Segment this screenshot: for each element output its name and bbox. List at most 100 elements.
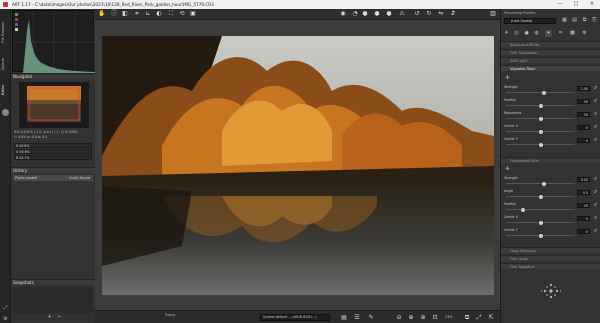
maximize-button[interactable]: □: [568, 0, 584, 9]
param-slider-handle[interactable]: [538, 116, 543, 121]
channel-b-icon[interactable]: ●: [385, 10, 393, 18]
vignette-picker-icon[interactable]: ✣: [504, 75, 511, 82]
param-slider-handle[interactable]: [538, 129, 543, 134]
rotate-right-icon[interactable]: ↻: [425, 10, 433, 18]
tool-vignette-filter[interactable]: Vignette Filter: [501, 65, 600, 71]
queue-icon[interactable]: ☰: [353, 314, 361, 322]
flip-vertical-icon[interactable]: ⇵: [449, 10, 457, 18]
snapshots-header[interactable]: Snapshots: [11, 279, 95, 285]
param-value-input[interactable]: 0: [577, 125, 590, 130]
tab-metadata-icon[interactable]: ⚙: [581, 30, 588, 37]
zoom-100-icon[interactable]: ⊕: [407, 314, 415, 322]
param-value-input[interactable]: 25: [577, 203, 590, 208]
navigator-thumbnail[interactable]: [19, 82, 89, 128]
history-item[interactable]: Photo loaded Quick Saved: [13, 175, 93, 181]
new-window-icon[interactable]: ⧉: [463, 314, 471, 322]
zoom-fit-button-icon[interactable]: ⊡: [431, 314, 439, 322]
close-button[interactable]: ✕: [584, 0, 600, 9]
param-slider-handle[interactable]: [541, 181, 546, 186]
tab-file-browser[interactable]: File Browser: [1, 15, 10, 49]
param-slider[interactable]: [506, 209, 575, 210]
graduated-picker-icon[interactable]: ✣: [504, 166, 511, 173]
save-icon[interactable]: ▤: [340, 314, 348, 322]
zoom-in-icon[interactable]: ⊕: [419, 314, 427, 322]
tool-film-negative[interactable]: Film Negative: [501, 263, 600, 269]
param-value-input[interactable]: 0: [577, 216, 590, 221]
open-profile-icon[interactable]: ▦: [561, 17, 568, 24]
straighten-icon[interactable]: ⊾: [144, 10, 152, 18]
histogram-red-toggle[interactable]: [15, 13, 18, 16]
reset-icon[interactable]: ↺: [593, 112, 597, 117]
reset-icon[interactable]: ↺: [593, 190, 597, 195]
reset-icon[interactable]: ↺: [593, 177, 597, 182]
param-slider[interactable]: [506, 183, 575, 184]
param-slider-handle[interactable]: [538, 233, 543, 238]
param-value-input[interactable]: 50: [577, 99, 590, 104]
param-slider-handle[interactable]: [538, 194, 543, 199]
tab-transform-icon[interactable]: ⌗: [557, 30, 564, 37]
reset-icon[interactable]: ↺: [593, 229, 597, 234]
tab-exposure-icon[interactable]: ☀: [503, 30, 510, 37]
expand-icon[interactable]: ⇱: [487, 314, 495, 322]
crop-icon[interactable]: ⌗: [133, 10, 141, 18]
channel-r-icon[interactable]: ●: [361, 10, 369, 18]
param-value-input[interactable]: 0: [577, 138, 590, 143]
param-slider-handle[interactable]: [538, 103, 543, 108]
info-icon[interactable]: ⓘ: [110, 10, 118, 18]
white-balance-icon[interactable]: ◐: [155, 10, 163, 18]
tab-raw-icon[interactable]: ▩: [569, 30, 576, 37]
reset-icon[interactable]: ↺: [593, 203, 597, 208]
history-header[interactable]: History: [11, 167, 95, 173]
param-value-input[interactable]: 0.50: [577, 177, 590, 182]
tool-graduated-filter[interactable]: Graduated Filter: [501, 157, 600, 163]
param-value-input[interactable]: 1.00: [577, 86, 590, 91]
zoom-fit-icon[interactable]: ⤢: [2, 305, 9, 312]
tool-black-and-white[interactable]: Black-and-White: [501, 41, 600, 47]
profile-select[interactable]: (Last Saved): [504, 18, 556, 24]
save-profile-icon[interactable]: ▤: [571, 17, 578, 24]
fullscreen-icon[interactable]: ⤢: [475, 314, 483, 322]
warning-icon[interactable]: ⚠: [398, 10, 406, 18]
param-value-input[interactable]: 50: [577, 112, 590, 117]
minimize-button[interactable]: —: [552, 0, 568, 9]
clip-shadow-icon[interactable]: ◔: [351, 10, 359, 18]
before-after-icon[interactable]: ◧: [121, 10, 129, 18]
reset-icon[interactable]: ↺: [593, 125, 597, 130]
param-slider-handle[interactable]: [538, 142, 543, 147]
flip-horizontal-icon[interactable]: ⇋: [437, 10, 445, 18]
histogram-green-toggle[interactable]: [15, 18, 18, 21]
navigator-header[interactable]: Navigator: [11, 73, 95, 79]
crop-tool-icon[interactable]: ⛶: [167, 10, 175, 18]
channel-g-icon[interactable]: ●: [373, 10, 381, 18]
param-value-input[interactable]: 0.0: [577, 190, 590, 195]
settings-icon[interactable]: ⚙: [2, 316, 9, 323]
copy-profile-icon[interactable]: ⧉: [581, 17, 588, 24]
tab-editor[interactable]: Editor: [1, 79, 10, 101]
param-slider-handle[interactable]: [541, 90, 546, 95]
zoom-out-icon[interactable]: ⊖: [395, 314, 403, 322]
focus-mask-icon[interactable]: ◉: [339, 10, 347, 18]
tool-film-grain[interactable]: Film Grain: [501, 255, 600, 261]
panel-toggle-icon[interactable]: ▥: [489, 10, 497, 18]
tab-queue[interactable]: Queue: [1, 53, 10, 75]
photo-preview[interactable]: [102, 36, 494, 295]
edit-external-icon[interactable]: ✎: [367, 314, 375, 322]
histogram-luma-toggle[interactable]: [15, 28, 18, 31]
tab-effects-icon[interactable]: ✦: [545, 30, 552, 37]
reset-icon[interactable]: ↺: [593, 99, 597, 104]
tab-detail-icon[interactable]: ◎: [513, 30, 520, 37]
histogram-blue-toggle[interactable]: [15, 23, 18, 26]
rotate-icon[interactable]: ⟲: [178, 10, 186, 18]
snapshot-remove-button[interactable]: −: [56, 314, 63, 321]
hand-tool-icon[interactable]: ✋: [98, 10, 106, 18]
tool-haze-removal[interactable]: Haze Removal: [501, 247, 600, 253]
reset-icon[interactable]: ↺: [593, 216, 597, 221]
paste-profile-icon[interactable]: ⎘: [591, 17, 598, 24]
reset-icon[interactable]: ↺: [593, 138, 597, 143]
tab-local-icon[interactable]: ◍: [533, 30, 540, 37]
reset-icon[interactable]: ↺: [593, 86, 597, 91]
param-slider[interactable]: [506, 92, 575, 93]
tool-soft-light[interactable]: Soft Light: [501, 57, 600, 63]
param-slider-handle[interactable]: [521, 207, 526, 212]
snapshot-add-button[interactable]: +: [46, 314, 53, 321]
